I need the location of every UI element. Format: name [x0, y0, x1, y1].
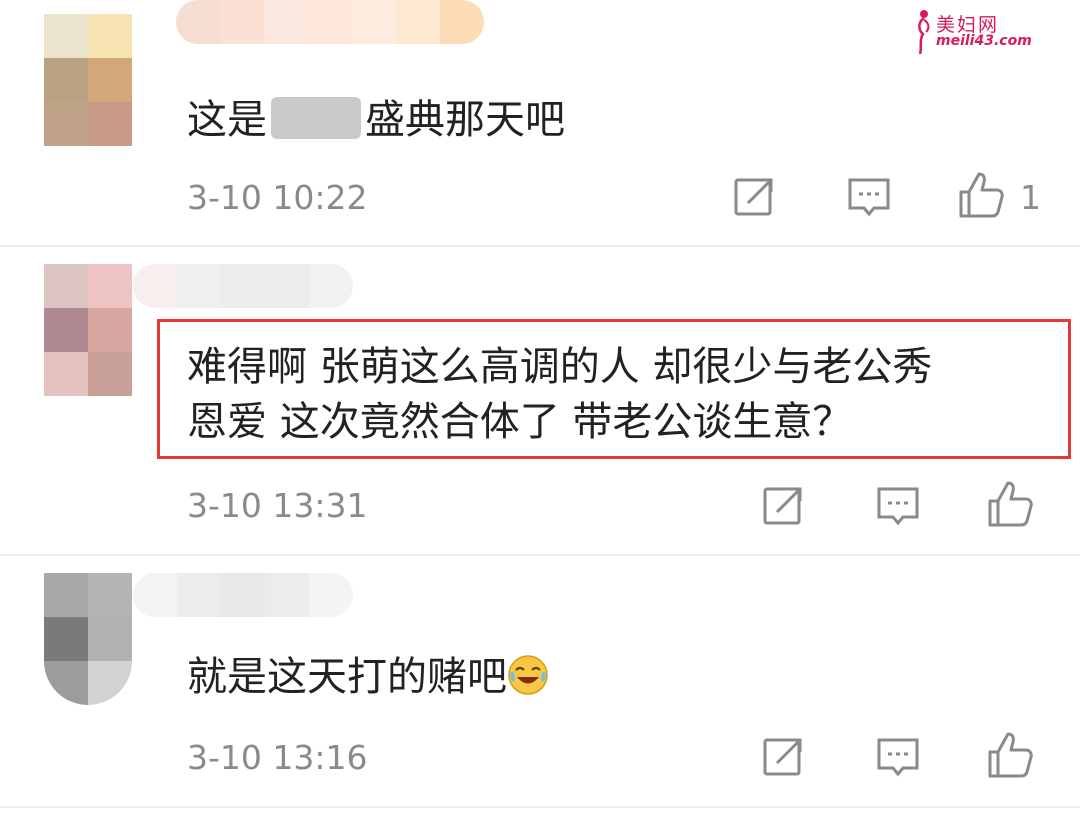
comment-text: 这是 盛典那天吧 [187, 97, 565, 143]
like-count: 1 [1020, 178, 1041, 217]
comment-item: 就是这天打的赌吧 3-10 13:16 [0, 556, 1080, 808]
comment-item: 这是 盛典那天吧 3-10 10:22 1 [0, 0, 1080, 247]
share-icon[interactable] [760, 734, 806, 780]
username-blurred[interactable] [133, 573, 353, 617]
comment-text: 就是这天打的赌吧 [187, 650, 549, 705]
reply-icon[interactable] [875, 734, 921, 780]
avatar[interactable] [44, 573, 132, 705]
divider [0, 806, 1080, 808]
laughing-tears-emoji-icon [508, 655, 548, 695]
username-blurred[interactable] [176, 0, 484, 44]
like-icon[interactable] [986, 479, 1034, 529]
comment-item: 难得啊 张萌这么高调的人 却很少与老公秀 恩爱 这次竟然合体了 带老公谈生意？ … [0, 247, 1080, 556]
share-icon[interactable] [731, 174, 777, 220]
reply-icon[interactable] [875, 483, 921, 529]
avatar[interactable] [44, 14, 132, 146]
username-blurred[interactable] [133, 264, 353, 308]
reply-icon[interactable] [846, 174, 892, 220]
like-icon[interactable] [986, 730, 1034, 780]
share-icon[interactable] [760, 483, 806, 529]
redacted-text [271, 97, 361, 139]
comment-text: 难得啊 张萌这么高调的人 却很少与老公秀 恩爱 这次竟然合体了 带老公谈生意？ [187, 344, 933, 445]
comment-time: 3-10 13:31 [187, 486, 368, 525]
comment-time: 3-10 13:16 [187, 738, 368, 777]
avatar[interactable] [44, 264, 132, 396]
comment-time: 3-10 10:22 [187, 178, 368, 217]
like-icon[interactable] [957, 170, 1005, 220]
